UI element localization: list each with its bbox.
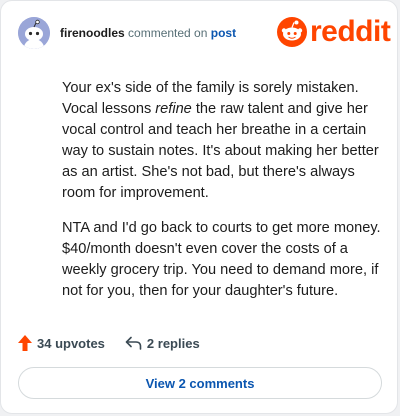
reddit-snoo-icon	[277, 17, 307, 47]
emphasis-text: refine	[155, 101, 192, 117]
comment-header: firenoodles commented on post	[60, 26, 236, 40]
view-comments-button[interactable]: View 2 comments	[18, 367, 382, 399]
replies-button[interactable]: 2 replies	[125, 336, 200, 351]
action-text: commented on	[128, 26, 208, 40]
comment-actions: 34 upvotes 2 replies	[18, 335, 200, 351]
comment-paragraph: Your ex's side of the family is sorely m…	[62, 80, 379, 201]
replies-count: 2 replies	[146, 335, 200, 351]
reddit-wordmark: reddit	[310, 15, 391, 48]
upvote-button[interactable]: 34 upvotes	[18, 335, 105, 351]
comment-body: Your ex's side of the family is sorely m…	[62, 78, 388, 316]
reply-arrow-icon	[125, 336, 142, 350]
avatar[interactable]	[18, 17, 50, 49]
post-link[interactable]: post	[211, 26, 236, 40]
upvote-count: 34 upvotes	[37, 335, 105, 351]
comment-card: firenoodles commented on post reddit You…	[0, 0, 398, 414]
upvote-arrow-icon	[18, 335, 32, 351]
snoo-avatar-icon	[18, 17, 50, 49]
comment-paragraph: NTA and I'd go back to courts to get mor…	[62, 220, 381, 299]
username[interactable]: firenoodles	[60, 26, 125, 40]
reddit-logo: reddit	[277, 15, 391, 48]
